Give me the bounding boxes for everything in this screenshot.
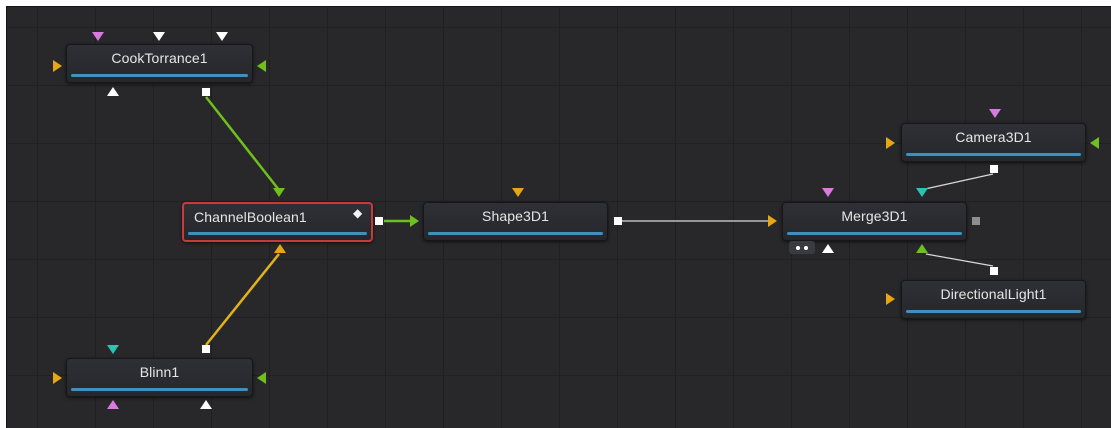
node-status-bar — [428, 232, 603, 235]
input-icon[interactable] — [822, 244, 834, 253]
node-label: DirectionalLight1 — [940, 286, 1047, 302]
input-icon[interactable] — [274, 244, 286, 253]
output-port-icon[interactable] — [990, 165, 998, 173]
input-icon[interactable] — [273, 188, 285, 197]
input-icon[interactable] — [886, 293, 895, 305]
wire-blinn-channelboolean — [205, 253, 280, 346]
node-status-bar — [71, 388, 248, 391]
node-channelboolean[interactable]: ChannelBoolean1 ◆ — [182, 202, 373, 242]
node-status-bar — [188, 232, 367, 235]
node-label: Camera3D1 — [955, 129, 1032, 145]
node-cooktorrance[interactable]: CookTorrance1 — [66, 44, 253, 83]
node-merge3d[interactable]: Merge3D1 — [782, 202, 967, 241]
output-port-icon[interactable] — [972, 217, 980, 225]
node-label: CookTorrance1 — [111, 50, 208, 66]
input-icon[interactable] — [216, 32, 228, 41]
output-port-icon[interactable] — [375, 217, 383, 225]
mask-input-icon[interactable] — [822, 188, 834, 197]
wire-camera-merge3d — [924, 173, 994, 190]
more-inputs-icon[interactable] — [789, 241, 815, 254]
input-icon[interactable] — [257, 60, 266, 72]
input-icon[interactable] — [768, 215, 777, 227]
mask-input-icon[interactable] — [92, 32, 104, 41]
mask-input-icon[interactable] — [107, 400, 119, 409]
node-blinn[interactable]: Blinn1 — [66, 358, 253, 397]
node-shape3d[interactable]: Shape3D1 — [423, 202, 608, 241]
input-icon[interactable] — [257, 372, 266, 384]
input-icon[interactable] — [53, 372, 62, 384]
output-port-icon[interactable] — [202, 88, 210, 96]
node-status-bar — [906, 153, 1081, 156]
input-icon[interactable] — [512, 188, 524, 197]
input-icon[interactable] — [916, 244, 928, 253]
node-status-bar — [787, 232, 962, 235]
input-icon[interactable] — [886, 137, 895, 149]
mask-input-icon[interactable] — [989, 109, 1001, 118]
input-icon[interactable] — [200, 400, 212, 409]
output-port-icon[interactable] — [202, 345, 210, 353]
node-label: Shape3D1 — [482, 208, 549, 224]
cache-diamond-icon: ◆ — [353, 206, 363, 220]
input-icon[interactable] — [107, 345, 119, 354]
node-label: Merge3D1 — [841, 208, 908, 224]
node-label: ChannelBoolean1 — [194, 209, 307, 225]
node-label: Blinn1 — [139, 364, 180, 380]
node-directionallight[interactable]: DirectionalLight1 — [901, 280, 1086, 319]
node-camera3d[interactable]: Camera3D1 — [901, 123, 1086, 162]
output-port-icon[interactable] — [990, 267, 998, 275]
input-icon[interactable] — [53, 60, 62, 72]
input-icon[interactable] — [1090, 137, 1099, 149]
node-status-bar — [71, 74, 248, 77]
node-editor[interactable]: CookTorrance1 ChannelBoolean1 ◆ Shape3D1… — [6, 6, 1111, 428]
wire-cooktorrance-channelboolean — [205, 96, 280, 191]
input-icon[interactable] — [410, 215, 419, 227]
input-icon[interactable] — [107, 87, 119, 96]
node-status-bar — [906, 310, 1081, 313]
output-port-icon[interactable] — [614, 217, 622, 225]
input-icon[interactable] — [916, 188, 928, 197]
wire-light-merge3d — [925, 253, 994, 267]
input-icon[interactable] — [153, 32, 165, 41]
